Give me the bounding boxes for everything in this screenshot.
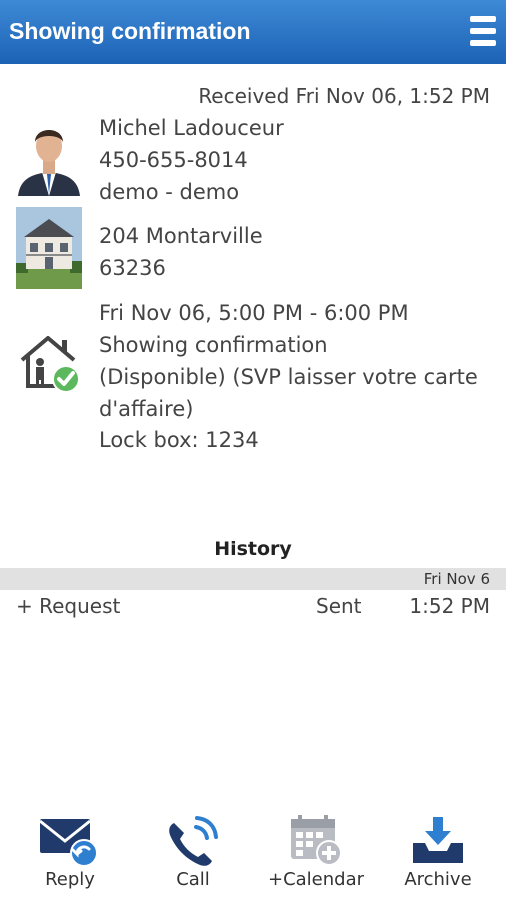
add-calendar-label: +Calendar <box>267 869 365 890</box>
phone-icon <box>169 816 218 866</box>
property-photo[interactable] <box>16 207 82 289</box>
history-date-band: Fri Nov 6 <box>0 568 506 590</box>
showing-time: Fri Nov 06, 5:00 PM - 6:00 PM <box>99 301 409 325</box>
received-timestamp: Received Fri Nov 06, 1:52 PM <box>198 84 490 108</box>
archive-button[interactable]: Archive <box>378 805 498 900</box>
history-action: + Request <box>16 594 121 618</box>
showing-note-line1: (Disponible) (SVP laisser votre carte <box>99 365 478 389</box>
contact-company: demo - demo <box>99 180 240 204</box>
contact-phone[interactable]: 450-655-8014 <box>99 148 248 172</box>
history-status: Sent <box>316 594 362 618</box>
property-code: 63236 <box>99 256 166 280</box>
history-time: 1:52 PM <box>409 594 490 618</box>
showing-note-line2: d'affaire) <box>99 397 194 421</box>
history-title: History <box>214 538 292 560</box>
archive-tray-icon <box>413 817 463 863</box>
lockbox-code: Lock box: 1234 <box>99 428 259 452</box>
hamburger-menu-icon[interactable] <box>470 16 496 46</box>
bottom-action-bar: Reply Call +Calendar Archive <box>0 805 506 900</box>
reply-label: Reply <box>45 869 95 890</box>
header-bar: Showing confirmation <box>0 0 506 64</box>
reply-button[interactable]: Reply <box>10 805 130 900</box>
call-button[interactable]: Call <box>133 805 253 900</box>
showing-confirmed-icon <box>20 336 80 393</box>
call-label: Call <box>176 869 210 890</box>
calendar-add-icon <box>291 815 342 866</box>
add-calendar-button[interactable]: +Calendar <box>256 805 376 900</box>
reply-mail-icon <box>39 819 98 867</box>
property-address: 204 Montarville <box>99 224 263 248</box>
archive-label: Archive <box>404 869 472 890</box>
history-date: Fri Nov 6 <box>423 570 490 588</box>
showing-status: Showing confirmation <box>99 333 328 357</box>
page-title: Showing confirmation <box>9 18 251 44</box>
contact-name: Michel Ladouceur <box>99 116 284 140</box>
contact-avatar <box>16 114 82 196</box>
